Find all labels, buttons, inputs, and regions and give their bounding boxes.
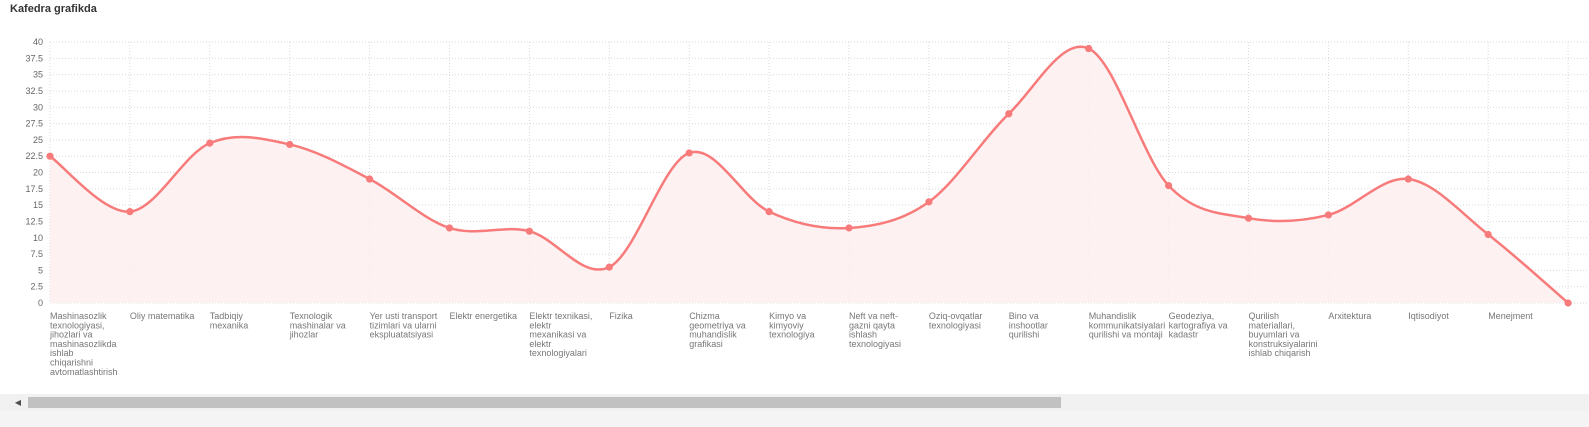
x-tick-label: Mashinasozlik texnologiyasi, jihozlari va m… — [49, 311, 118, 377]
y-tick-label: 10 — [33, 233, 43, 243]
data-point — [46, 152, 54, 160]
data-point — [1324, 211, 1332, 219]
data-point — [1404, 175, 1412, 183]
y-tick-label: 25 — [33, 135, 43, 145]
x-tick-label: Menejment — [1488, 311, 1533, 321]
y-tick-label: 27.5 — [25, 119, 43, 129]
y-tick-label: 5 — [38, 265, 43, 275]
data-point — [1005, 110, 1013, 118]
y-tick-label: 40 — [33, 37, 43, 47]
data-point — [1244, 214, 1253, 222]
horizontal-scrollbar[interactable]: ◀ — [0, 394, 1589, 411]
data-point — [845, 224, 853, 232]
data-point — [366, 175, 374, 183]
area-fill — [50, 46, 1569, 304]
y-tick-label: 35 — [33, 70, 43, 80]
data-point — [685, 149, 693, 157]
x-tick-label: Bino va inshootlar qurilishi — [1009, 311, 1048, 340]
x-tick-label: Texnologik mashinalar va jihozlar — [289, 311, 346, 340]
scroll-left-icon[interactable]: ◀ — [12, 397, 24, 408]
data-point — [126, 208, 134, 216]
data-point — [765, 208, 773, 216]
y-tick-label: 15 — [33, 200, 43, 210]
y-tick-label: 20 — [33, 168, 43, 178]
x-tick-label: Fizika — [609, 311, 633, 321]
x-tick-label: Oliy matematika — [130, 311, 195, 321]
data-point — [445, 224, 454, 232]
bottom-strip — [0, 411, 1589, 427]
y-tick-label: 17.5 — [25, 184, 43, 194]
x-tick-label: Tadbiqiy mexanika — [210, 311, 249, 330]
data-point — [1484, 230, 1492, 239]
data-point — [925, 198, 933, 206]
x-tick-label: Neft va neft-gazni qayta ishlash texnologi… — [849, 311, 901, 349]
x-tick-label: Iqtisodiyot — [1408, 311, 1449, 321]
y-tick-label: 37.5 — [25, 53, 43, 63]
y-tick-label: 22.5 — [25, 151, 43, 161]
x-tick-label: Kimyo va kimyoviy texnologiya — [769, 311, 815, 340]
x-tick-label: Elektr energetika — [450, 311, 518, 321]
y-tick-label: 30 — [33, 102, 43, 112]
x-tick-label: Qurilish materiallari, buyumlari va konstru… — [1249, 311, 1318, 358]
data-point — [525, 227, 534, 235]
x-tick-label: Yer usti transport tizimlari va ularni eks… — [370, 311, 438, 340]
data-point — [605, 263, 613, 271]
data-point — [206, 139, 214, 147]
data-point — [1564, 299, 1572, 307]
x-tick-label: Chizma geometriya va muhandislik grafikasi — [689, 311, 746, 349]
y-tick-label: 12.5 — [25, 216, 43, 226]
scroll-thumb[interactable] — [28, 397, 1061, 408]
data-point — [286, 140, 294, 149]
x-tick-label: Oziq-ovqatlar texnologiyasi — [929, 311, 983, 330]
x-tick-label: Muhandislik kommunikatsiyalari qurilishi v… — [1089, 311, 1166, 340]
y-tick-label: 0 — [38, 298, 43, 308]
y-tick-label: 32.5 — [25, 86, 43, 96]
x-tick-label: Geodeziya, kartografiya va kadastr — [1169, 311, 1228, 340]
x-tick-label: Elektr texnikasi, elektr mexanikasi va elek… — [529, 311, 592, 358]
data-point — [1165, 181, 1173, 190]
data-point — [1085, 44, 1093, 53]
line-chart: 0 2.5 5 7.5 10 12.5 15 17.5 20 22.5 25 27.5 30 32.5 35… — [25, 37, 1589, 377]
x-tick-label: Arxitektura — [1328, 311, 1371, 321]
y-tick-label: 2.5 — [30, 282, 43, 292]
y-tick-label: 7.5 — [30, 249, 43, 259]
